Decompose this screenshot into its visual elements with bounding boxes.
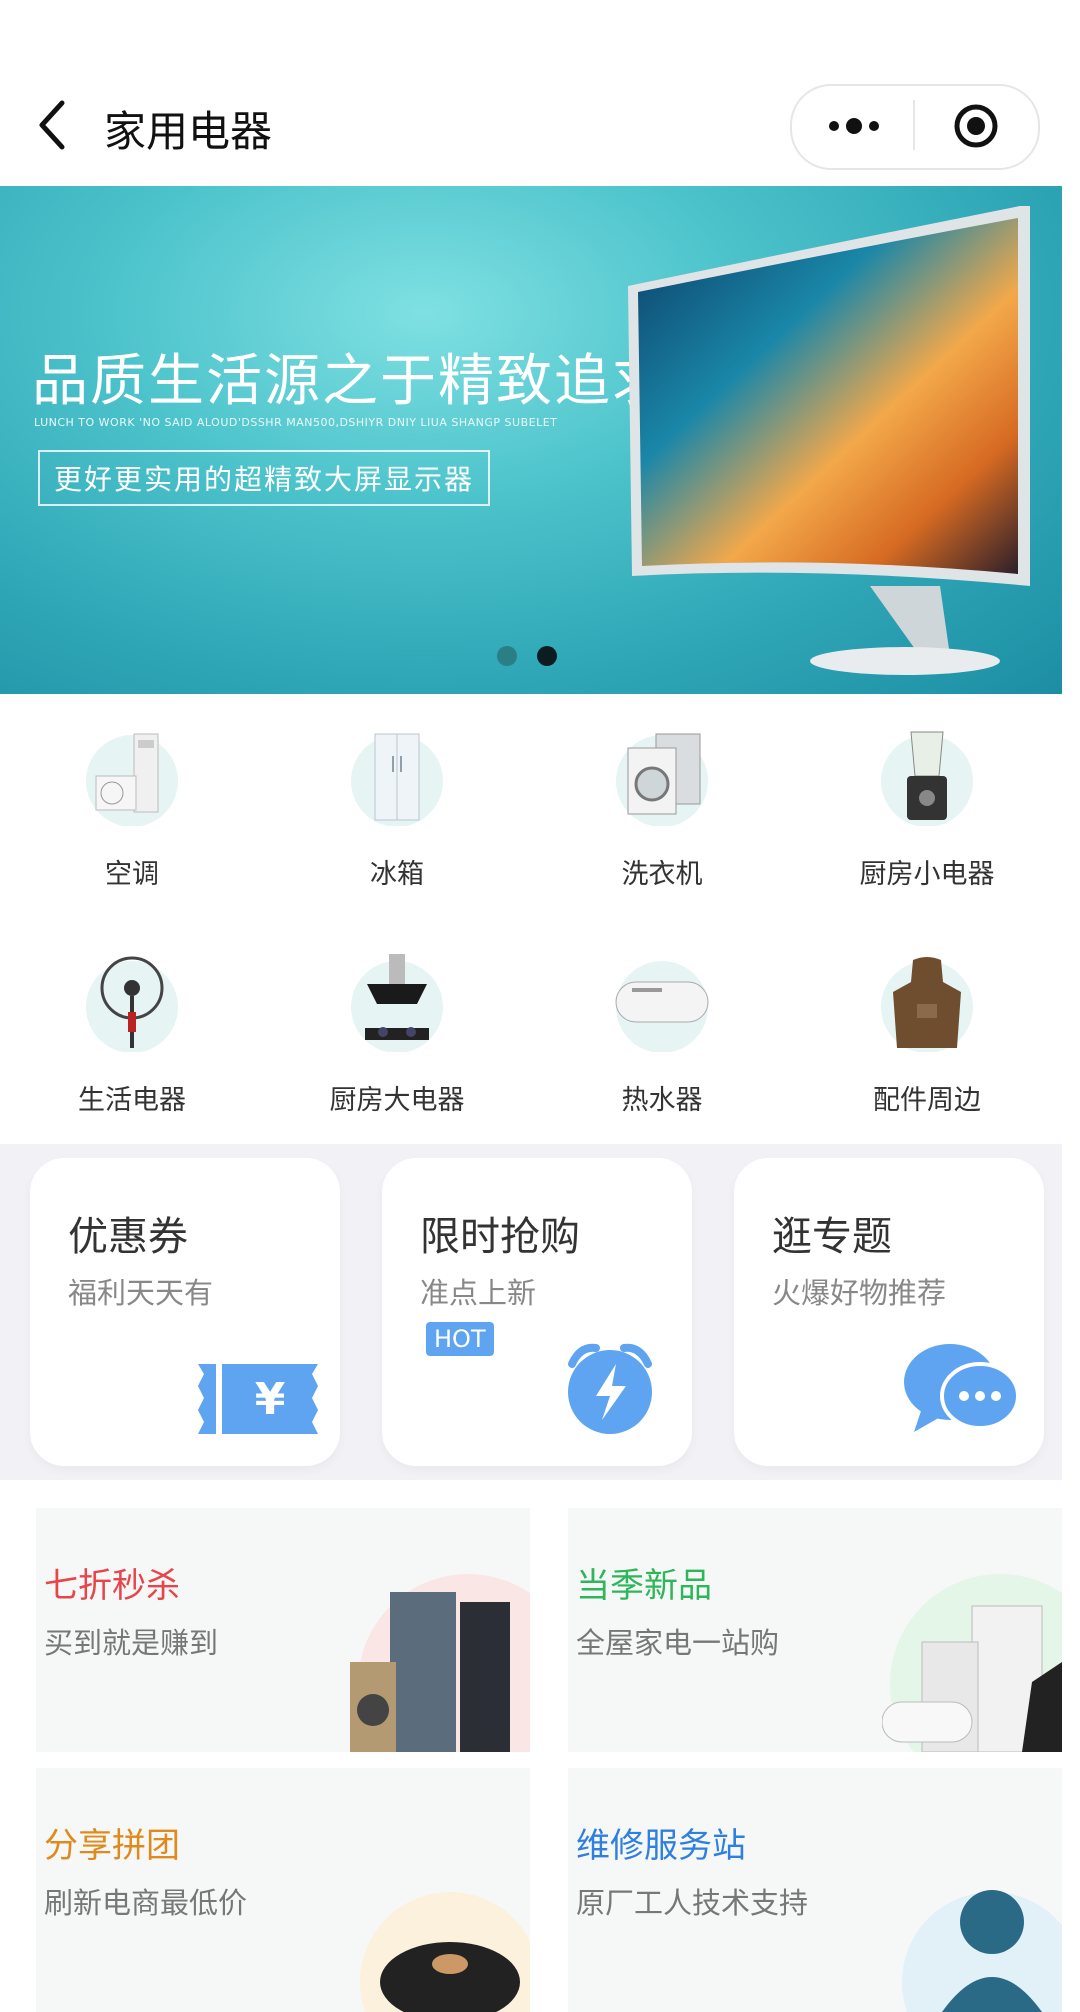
category-label: 空调	[105, 859, 159, 890]
feature-subtitle: 全屋家电一站购	[576, 1626, 780, 1660]
rice-cooker-icon	[360, 1892, 530, 2012]
category-label: 配件周边	[873, 1085, 981, 1116]
svg-text:¥: ¥	[255, 1374, 286, 1425]
coupon-yen-icon: ¥	[198, 1364, 318, 1434]
promo-title: 逛专题	[772, 1214, 892, 1260]
category-refrigerator[interactable]: 冰箱	[265, 694, 529, 904]
blender-icon	[881, 731, 973, 826]
range-hood-icon	[351, 954, 443, 1052]
water-heater-icon	[615, 961, 709, 1052]
promo-card-topics[interactable]: 逛专题 火爆好物推荐	[734, 1158, 1044, 1466]
feature-grid: 七折秒杀 买到就是赚到 当季新品 全屋家电一站购 分享拼团 刷新电商最低价 维修…	[0, 1480, 1062, 2012]
promo-card-coupon[interactable]: 优惠券 福利天天有 ¥	[30, 1158, 340, 1466]
target-icon	[954, 104, 998, 148]
category-kitchen-small[interactable]: 厨房小电器	[795, 694, 1059, 904]
alarm-clock-bolt-icon	[568, 1343, 652, 1434]
curved-monitor-image	[628, 206, 1030, 675]
feature-subtitle: 刷新电商最低价	[44, 1886, 248, 1920]
feature-title: 七折秒杀	[44, 1566, 180, 1606]
promo-subtitle: 福利天天有	[68, 1276, 214, 1310]
category-label: 厨房大电器	[329, 1085, 465, 1116]
chat-bubbles-icon	[904, 1344, 1020, 1432]
air-conditioner-icon	[86, 733, 178, 826]
close-program-button[interactable]	[952, 102, 1000, 150]
banner-pager	[497, 646, 567, 668]
category-label: 厨房小电器	[859, 859, 995, 890]
category-grid: 空调 冰箱 洗衣机 厨房小电器 生活电器 厨房大电器 热水器 配件周边	[0, 694, 1062, 1144]
promo-title: 优惠券	[68, 1214, 188, 1260]
hot-badge: HOT	[426, 1322, 494, 1356]
category-label: 洗衣机	[621, 859, 703, 890]
category-air-conditioner[interactable]: 空调	[0, 694, 264, 904]
technician-icon	[902, 1890, 1062, 2012]
more-button[interactable]	[822, 106, 886, 146]
banner-heading: 品质生活源之于精致追求	[32, 349, 670, 414]
pager-dot[interactable]	[497, 646, 517, 666]
chevron-left-icon	[39, 100, 65, 150]
category-living[interactable]: 生活电器	[0, 920, 264, 1130]
banner-tagline: 更好更实用的超精致大屏显示器	[38, 450, 491, 506]
promo-title: 限时抢购	[420, 1214, 580, 1260]
category-washing-machine[interactable]: 洗衣机	[530, 694, 794, 904]
banner-subline: LUNCH TO WORK 'NO SAID ALOUD'DSSHR MAN50…	[34, 416, 558, 429]
promo-row: 优惠券 福利天天有 ¥ 限时抢购 准点上新 HOT 逛专题 火爆好物推荐	[0, 1144, 1062, 1480]
refrigerator-icon	[351, 733, 443, 826]
category-kitchen-large[interactable]: 厨房大电器	[265, 920, 529, 1130]
apron-icon	[881, 957, 973, 1052]
promo-subtitle: 火爆好物推荐	[772, 1276, 947, 1310]
feature-subtitle: 买到就是赚到	[44, 1626, 219, 1660]
mini-program-capsule	[790, 84, 1040, 170]
category-label: 冰箱	[370, 859, 424, 890]
fridge-washer-icon	[350, 1574, 530, 1752]
page-title: 家用电器	[104, 107, 273, 156]
promo-banner[interactable]: 品质生活源之于精致追求 LUNCH TO WORK 'NO SAID ALOUD…	[0, 186, 1062, 694]
feature-tile-new-arrivals[interactable]: 当季新品 全屋家电一站购	[568, 1508, 1062, 1752]
washing-machine-icon	[616, 733, 708, 826]
nav-bar: 家用电器	[0, 0, 1080, 186]
feature-title: 分享拼团	[44, 1826, 180, 1866]
fan-icon	[86, 956, 178, 1052]
category-accessories[interactable]: 配件周边	[795, 920, 1059, 1130]
promo-card-flash-sale[interactable]: 限时抢购 准点上新 HOT	[382, 1158, 692, 1466]
category-label: 热水器	[621, 1085, 703, 1116]
capsule-divider	[913, 100, 915, 150]
feature-tile-group-buy[interactable]: 分享拼团 刷新电商最低价	[36, 1768, 530, 2012]
promo-subtitle: 准点上新	[420, 1276, 537, 1310]
feature-title: 当季新品	[576, 1566, 712, 1606]
feature-title: 维修服务站	[576, 1826, 746, 1866]
pager-dot-active[interactable]	[537, 646, 557, 666]
category-label: 生活电器	[78, 1085, 186, 1116]
feature-subtitle: 原厂工人技术支持	[576, 1886, 809, 1920]
water-heater-set-icon	[882, 1574, 1062, 1752]
category-water-heater[interactable]: 热水器	[530, 920, 794, 1130]
more-dots-icon	[829, 118, 879, 134]
feature-tile-repair-service[interactable]: 维修服务站 原厂工人技术支持	[568, 1768, 1062, 2012]
feature-tile-flash-discount[interactable]: 七折秒杀 买到就是赚到	[36, 1508, 530, 1752]
back-button[interactable]	[30, 95, 80, 155]
